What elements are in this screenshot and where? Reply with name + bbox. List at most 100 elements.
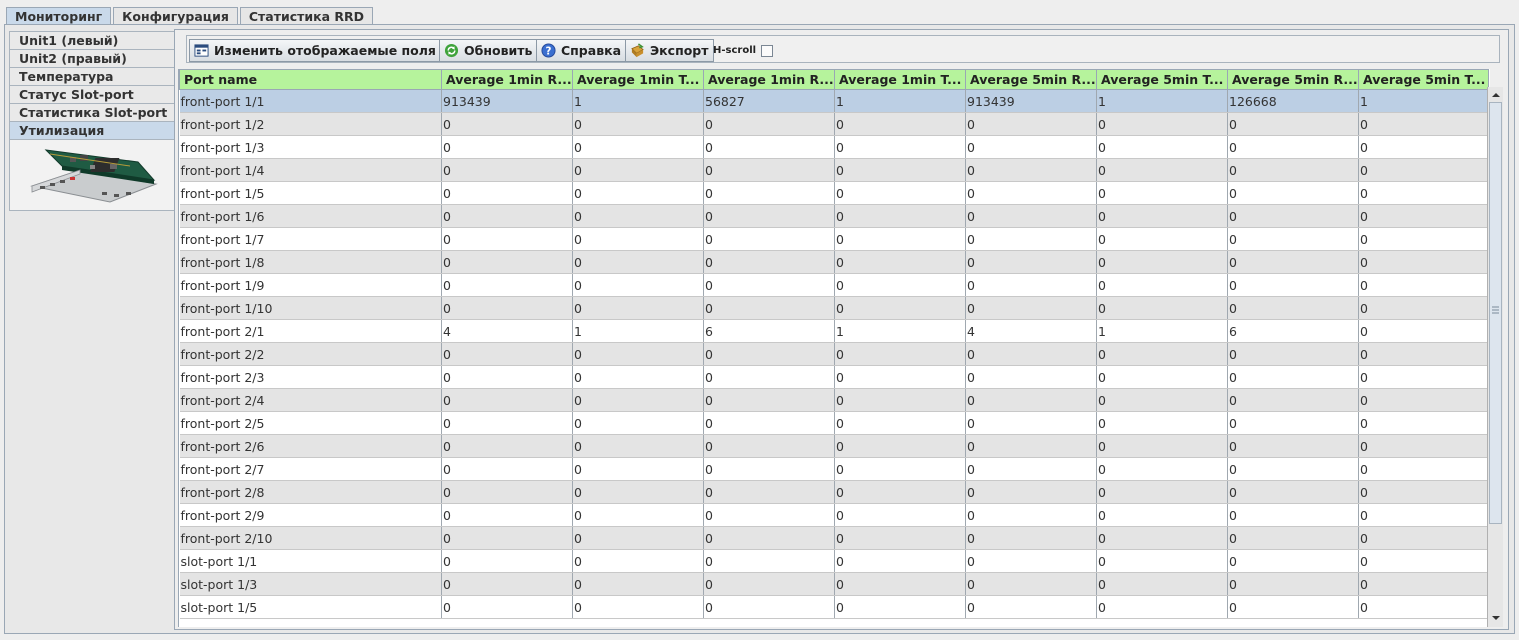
table-cell: 0 bbox=[1227, 204, 1359, 228]
table-cell: 0 bbox=[1227, 411, 1359, 435]
table-vertical-scrollbar[interactable] bbox=[1487, 87, 1503, 627]
table-cell: 0 bbox=[834, 365, 966, 389]
table-row[interactable]: front-port 2/1 4 1 6 1 4 1 6 0 bbox=[179, 319, 1489, 343]
table-row[interactable]: front-port 1/5 0 0 0 0 0 0 0 0 bbox=[179, 181, 1489, 205]
scroll-down-icon[interactable] bbox=[1490, 612, 1502, 624]
table-cell: 0 bbox=[965, 434, 1097, 458]
table-cell: 0 bbox=[1096, 296, 1228, 320]
side-tab-slot-port-status[interactable]: Статус Slot-port bbox=[9, 85, 176, 103]
scroll-thumb[interactable] bbox=[1489, 102, 1502, 524]
table-row[interactable]: front-port 1/7 0 0 0 0 0 0 0 0 bbox=[179, 227, 1489, 251]
table-cell: 0 bbox=[1358, 503, 1489, 527]
table-cell: 0 bbox=[572, 181, 704, 205]
export-label: Экспорт bbox=[650, 43, 709, 58]
table-cell: 6 bbox=[1227, 319, 1359, 343]
export-button[interactable]: Экспорт bbox=[625, 39, 715, 62]
port-name-cell: front-port 1/4 bbox=[179, 158, 442, 182]
table-cell: 0 bbox=[1227, 549, 1359, 573]
side-tab-slot-port-statistics[interactable]: Статистика Slot-port bbox=[9, 103, 176, 121]
table-cell: 0 bbox=[1227, 595, 1359, 619]
utilization-table-container[interactable]: Port name Average 1min R... Average 1min T… bbox=[178, 69, 1490, 627]
table-row[interactable]: slot-port 1/5 0 0 0 0 0 0 0 0 bbox=[179, 595, 1489, 619]
table-cell: 0 bbox=[441, 273, 573, 297]
table-cell: 0 bbox=[1096, 411, 1228, 435]
table-row[interactable]: front-port 2/7 0 0 0 0 0 0 0 0 bbox=[179, 457, 1489, 481]
table-cell: 0 bbox=[1096, 503, 1228, 527]
table-row[interactable]: front-port 1/3 0 0 0 0 0 0 0 0 bbox=[179, 135, 1489, 159]
hscroll-toggle[interactable]: H-scroll bbox=[713, 39, 774, 62]
table-cell: 0 bbox=[1358, 319, 1489, 343]
table-cell: 126668 bbox=[1227, 89, 1359, 113]
table-row[interactable]: front-port 1/10 0 0 0 0 0 0 0 0 bbox=[179, 296, 1489, 320]
side-tab-unit1[interactable]: Unit1 (левый) bbox=[9, 31, 176, 49]
column-header[interactable]: Average 1min T... bbox=[834, 69, 966, 90]
table-cell: 0 bbox=[1096, 388, 1228, 412]
refresh-button[interactable]: Обновить bbox=[439, 39, 539, 62]
column-header[interactable]: Average 1min R... bbox=[441, 69, 573, 90]
port-name-cell: front-port 1/7 bbox=[179, 227, 442, 251]
table-cell: 0 bbox=[1358, 158, 1489, 182]
table-cell: 0 bbox=[703, 135, 835, 159]
table-cell: 0 bbox=[1096, 457, 1228, 481]
table-row[interactable]: front-port 2/2 0 0 0 0 0 0 0 0 bbox=[179, 342, 1489, 366]
table-row[interactable]: front-port 2/10 0 0 0 0 0 0 0 0 bbox=[179, 526, 1489, 550]
table-cell: 4 bbox=[441, 319, 573, 343]
table-row[interactable]: front-port 2/3 0 0 0 0 0 0 0 0 bbox=[179, 365, 1489, 389]
table-row[interactable]: front-port 2/6 0 0 0 0 0 0 0 0 bbox=[179, 434, 1489, 458]
table-row[interactable]: front-port 2/9 0 0 0 0 0 0 0 0 bbox=[179, 503, 1489, 527]
table-cell: 0 bbox=[1096, 158, 1228, 182]
table-cell: 0 bbox=[1227, 112, 1359, 136]
table-cell: 0 bbox=[572, 227, 704, 251]
side-tab-utilization[interactable]: Утилизация bbox=[9, 121, 176, 139]
table-header-row: Port name Average 1min R... Average 1min T… bbox=[179, 69, 1489, 90]
side-tab-temperature[interactable]: Температура bbox=[9, 67, 176, 85]
table-row[interactable]: front-port 1/1 913439 1 56827 1 913439 1 126668… bbox=[179, 89, 1489, 113]
table-row[interactable]: slot-port 1/3 0 0 0 0 0 0 0 0 bbox=[179, 572, 1489, 596]
port-name-cell: front-port 1/3 bbox=[179, 135, 442, 159]
table-row[interactable]: front-port 1/9 0 0 0 0 0 0 0 0 bbox=[179, 273, 1489, 297]
table-cell: 0 bbox=[703, 411, 835, 435]
table-cell: 0 bbox=[703, 227, 835, 251]
table-cell: 0 bbox=[1358, 296, 1489, 320]
scroll-up-icon[interactable] bbox=[1490, 89, 1502, 101]
top-tab-bar: Мониторинг Конфигурация Статистика RRD bbox=[6, 7, 375, 26]
table-cell: 0 bbox=[572, 112, 704, 136]
table-cell: 0 bbox=[1358, 250, 1489, 274]
tab-configuration[interactable]: Конфигурация bbox=[113, 7, 238, 24]
table-cell: 0 bbox=[834, 227, 966, 251]
table-row[interactable]: front-port 2/8 0 0 0 0 0 0 0 0 bbox=[179, 480, 1489, 504]
column-header[interactable]: Average 1min R... bbox=[703, 69, 835, 90]
table-row[interactable]: front-port 1/8 0 0 0 0 0 0 0 0 bbox=[179, 250, 1489, 274]
table-row[interactable]: front-port 1/2 0 0 0 0 0 0 0 0 bbox=[179, 112, 1489, 136]
table-cell: 0 bbox=[703, 503, 835, 527]
table-row[interactable]: front-port 2/4 0 0 0 0 0 0 0 0 bbox=[179, 388, 1489, 412]
column-header[interactable]: Average 1min T... bbox=[572, 69, 704, 90]
table-cell: 0 bbox=[441, 296, 573, 320]
table-row[interactable]: front-port 1/6 0 0 0 0 0 0 0 0 bbox=[179, 204, 1489, 228]
change-fields-button[interactable]: Изменить отображаемые поля bbox=[189, 39, 442, 62]
column-header[interactable]: Port name bbox=[179, 69, 442, 90]
table-cell: 0 bbox=[1227, 480, 1359, 504]
help-button[interactable]: ? Справка bbox=[536, 39, 628, 62]
side-tab-unit2[interactable]: Unit2 (правый) bbox=[9, 49, 176, 67]
table-row[interactable]: slot-port 1/1 0 0 0 0 0 0 0 0 bbox=[179, 549, 1489, 573]
tab-rrd-statistics[interactable]: Статистика RRD bbox=[239, 7, 374, 24]
column-header[interactable]: Average 5min T... bbox=[1096, 69, 1228, 90]
column-header[interactable]: Average 5min T... bbox=[1358, 69, 1489, 90]
hscroll-checkbox[interactable] bbox=[761, 44, 774, 57]
table-cell: 0 bbox=[703, 296, 835, 320]
table-cell: 0 bbox=[965, 158, 1097, 182]
column-header[interactable]: Average 5min R... bbox=[1227, 69, 1359, 90]
table-cell: 1 bbox=[1096, 89, 1228, 113]
table-cell: 0 bbox=[1096, 112, 1228, 136]
table-cell: 0 bbox=[965, 503, 1097, 527]
port-name-cell: front-port 2/9 bbox=[179, 503, 442, 527]
table-row[interactable]: front-port 1/4 0 0 0 0 0 0 0 0 bbox=[179, 158, 1489, 182]
table-cell: 0 bbox=[834, 158, 966, 182]
port-name-cell: front-port 2/1 bbox=[179, 319, 442, 343]
table-cell: 0 bbox=[572, 250, 704, 274]
column-header[interactable]: Average 5min R... bbox=[965, 69, 1097, 90]
table-cell: 0 bbox=[703, 181, 835, 205]
help-icon: ? bbox=[541, 43, 556, 58]
table-row[interactable]: front-port 2/5 0 0 0 0 0 0 0 0 bbox=[179, 411, 1489, 435]
